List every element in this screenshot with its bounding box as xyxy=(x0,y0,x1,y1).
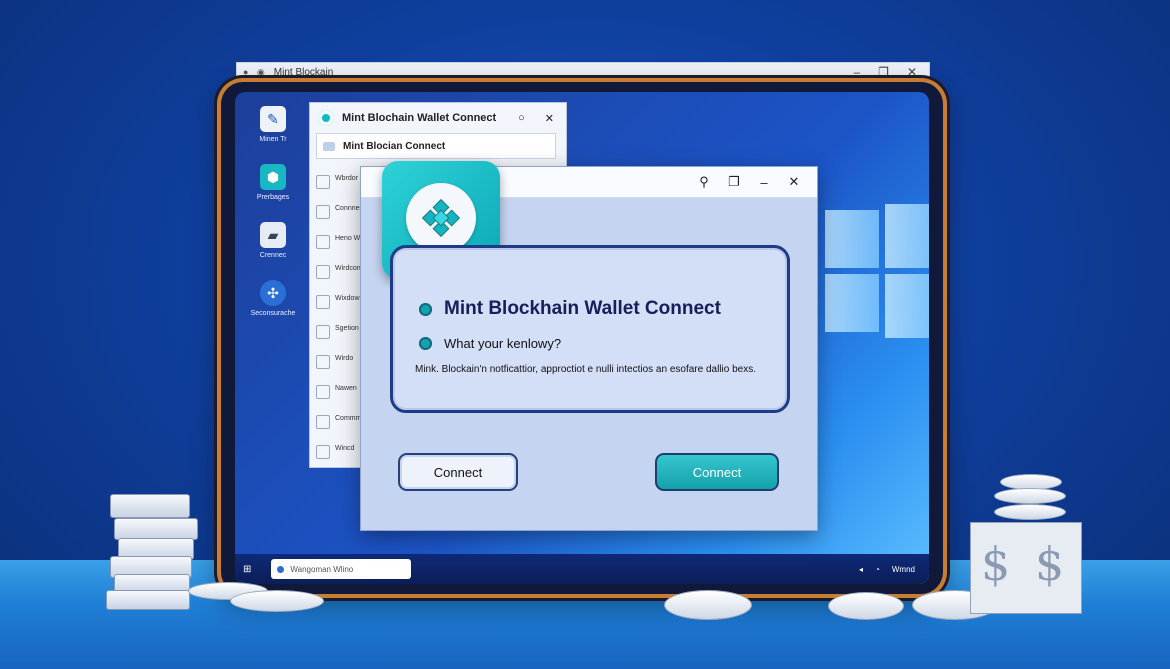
taskbar-search[interactable]: Wangoman Wlino xyxy=(271,559,412,579)
close-icon[interactable]: ✕ xyxy=(779,174,809,190)
notification-question-row: What your kenlowy? xyxy=(419,336,561,351)
search-icon[interactable]: ⚲ xyxy=(689,174,719,190)
desktop-icon-hexagon[interactable]: ⬢ Prerbages xyxy=(243,164,303,201)
coin xyxy=(664,590,752,620)
speaker-icon[interactable]: ◂ xyxy=(859,565,863,574)
close-icon[interactable]: ✕ xyxy=(907,65,917,79)
hexagon-icon: ⬢ xyxy=(260,164,286,190)
background-window-title: Mint Blockain xyxy=(273,66,334,78)
desktop-icon-document[interactable]: ✎ Minen Tr xyxy=(243,106,303,143)
card-icon xyxy=(323,141,335,151)
dollar-icon: $ xyxy=(1035,537,1065,591)
restore-icon[interactable]: ○ xyxy=(518,112,525,125)
document-icon: ✎ xyxy=(260,106,286,132)
desktop-icon-folder[interactable]: ▰ Crennec xyxy=(243,222,303,259)
close-icon[interactable]: ✕ xyxy=(545,112,554,125)
bullet-icon xyxy=(419,302,432,316)
desktop-icon-network[interactable]: ✣ Seconsurache xyxy=(243,280,303,317)
dollar-icon: $ xyxy=(981,537,1011,591)
mint-logo-icon xyxy=(318,110,334,126)
item-icon xyxy=(316,415,330,429)
item-icon xyxy=(316,295,330,309)
minimize-icon[interactable]: – xyxy=(749,175,779,190)
start-icon[interactable]: ⊞ xyxy=(243,564,251,575)
item-icon xyxy=(316,385,330,399)
blockchain-cube-icon xyxy=(421,198,461,238)
item-icon xyxy=(316,235,330,249)
dollar-cube: $ $ xyxy=(970,522,1082,614)
item-icon xyxy=(316,355,330,369)
item-icon xyxy=(316,265,330,279)
notification-title-row: Mint Blockhain Wallet Connect xyxy=(419,298,721,320)
windows-logo-icon xyxy=(825,200,929,340)
notification-question: What your kenlowy? xyxy=(444,336,562,351)
coin xyxy=(828,592,904,620)
search-icon xyxy=(277,565,285,573)
wifi-icon[interactable]: ◔ xyxy=(875,565,880,574)
item-icon xyxy=(316,325,330,339)
coin xyxy=(230,590,324,612)
network-icon: ✣ xyxy=(260,280,286,306)
item-icon xyxy=(316,445,330,459)
item-icon xyxy=(316,205,330,219)
bullet-icon xyxy=(419,337,432,350)
taskbar: ⊞ Wangoman Wlino ◂ ◔ Wmnd xyxy=(235,554,929,584)
minimize-icon[interactable]: – xyxy=(853,65,860,79)
notification-card: Mint Blockhain Wallet Connect What your … xyxy=(390,245,790,413)
coin xyxy=(994,504,1066,520)
notification-body: Mink. Blockain'n notficattior, approctio… xyxy=(415,364,756,375)
maximize-icon[interactable]: ❐ xyxy=(878,65,889,79)
coin xyxy=(994,488,1066,504)
notification-title: Mint Blockhain Wallet Connect xyxy=(444,298,721,319)
window-dots-icon: ● ◉ xyxy=(243,66,268,77)
background-window-titlebar[interactable]: ● ◉ Mint Blockain – ❐ ✕ xyxy=(236,62,930,82)
side-panel-titlebar: Mint Blochain Wallet Connect ○ ✕ xyxy=(310,103,566,133)
folder-icon: ▰ xyxy=(260,222,286,248)
restore-icon[interactable]: ❐ xyxy=(719,174,749,190)
logo-circle xyxy=(406,183,476,253)
side-panel-subheader[interactable]: Mint Blocian Connect xyxy=(316,133,556,159)
side-panel-title: Mint Blochain Wallet Connect xyxy=(342,112,497,124)
connect-button-primary[interactable]: Connect xyxy=(655,453,779,491)
tray-text: Wmnd xyxy=(891,564,915,574)
item-icon xyxy=(316,175,330,189)
connect-button-secondary[interactable]: Connect xyxy=(398,453,518,491)
